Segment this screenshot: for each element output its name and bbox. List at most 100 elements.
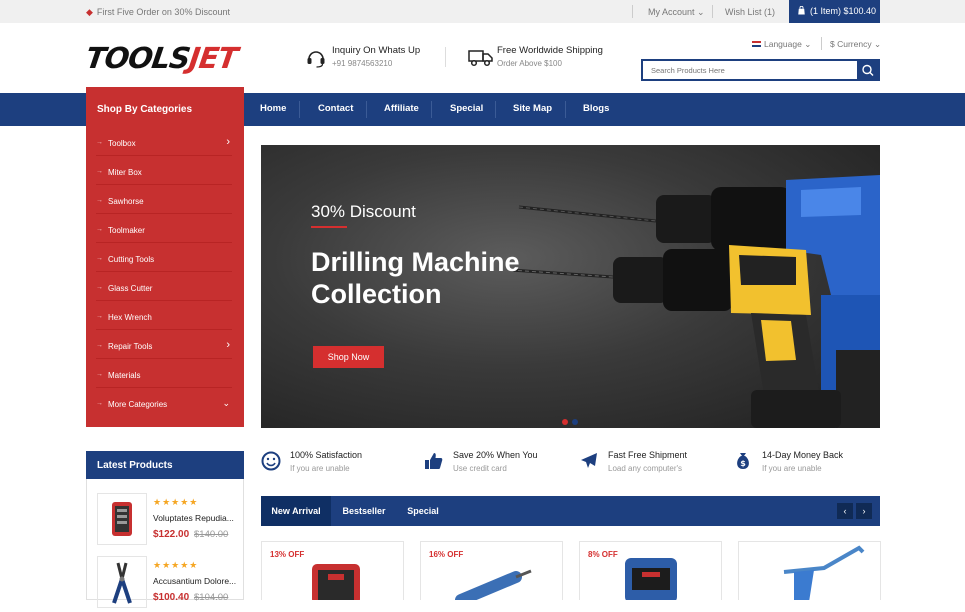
hero-banner[interactable]: 30% Discount Drilling Machine Collection … (261, 145, 880, 428)
top-bar: ◆ First Five Order on 30% Discount My Acc… (0, 0, 965, 23)
arrow-right-icon: → (96, 371, 103, 378)
tab-new-arrival[interactable]: New Arrival (261, 496, 331, 526)
arrow-right-icon: → (96, 284, 103, 291)
category-item-repair-tools[interactable]: → Repair Tools › (96, 330, 232, 359)
product-name[interactable]: Accusantium Dolore... (153, 576, 236, 586)
inquiry-info: Inquiry On Whats Up +91 9874563210 (332, 45, 421, 68)
wishlist-link[interactable]: Wish List (1) (725, 7, 775, 17)
search-box (641, 59, 880, 81)
product-card[interactable]: 8% OFF (579, 541, 722, 600)
chevron-right-icon: › (862, 506, 866, 516)
divider (495, 101, 496, 118)
carousel-next-button[interactable]: › (856, 503, 872, 519)
latest-products-title: Latest Products (86, 451, 244, 479)
search-button[interactable] (857, 61, 878, 79)
list-item[interactable]: ★★★★★ Voluptates Repudia... $122.00 $140… (97, 493, 237, 548)
tab-special[interactable]: Special (397, 496, 449, 526)
arrow-right-icon: → (96, 139, 103, 146)
banner-underline (311, 226, 347, 228)
rating-stars: ★★★★★ (153, 497, 199, 507)
nav-home[interactable]: Home (260, 103, 286, 114)
category-item-toolbox[interactable]: → Toolbox › (96, 127, 232, 156)
truck-icon (468, 50, 493, 67)
category-item-more[interactable]: → More Categories ⌄ (96, 388, 232, 417)
feature-save: Save 20% When You Use credit card (424, 448, 574, 478)
headset-icon (307, 51, 325, 68)
product-name[interactable]: Voluptates Repudia... (153, 513, 234, 523)
language-selector[interactable]: Language ⌄ (752, 39, 811, 50)
feature-money-back: $ 14-Day Money Back If you are unable (733, 448, 873, 478)
site-logo[interactable]: TOOLSJET (84, 41, 240, 75)
shop-now-button[interactable]: Shop Now (313, 346, 384, 368)
banner-title: Drilling Machine Collection (311, 247, 520, 309)
arrow-right-icon: → (96, 400, 103, 407)
divider (712, 5, 713, 18)
cart-button[interactable]: (1 Item) $100.40 (789, 0, 880, 23)
carousel-prev-button[interactable]: ‹ (837, 503, 853, 519)
category-item-sawhorse[interactable]: → Sawhorse (96, 185, 232, 214)
arrow-right-icon: → (96, 168, 103, 175)
plane-icon (581, 453, 597, 468)
nav-affiliate[interactable]: Affiliate (384, 103, 419, 114)
air-blow-gun-image (783, 545, 865, 600)
banner-discount: 30% Discount (311, 202, 416, 221)
shipping-info: Free Worldwide Shipping Order Above $100 (497, 45, 603, 68)
category-item-materials[interactable]: → Materials (96, 359, 232, 388)
svg-text:$: $ (740, 459, 746, 468)
chevron-down-icon: ⌄ (873, 39, 882, 49)
flag-icon (752, 41, 761, 47)
product-card[interactable] (738, 541, 881, 600)
product-old-price: $140.00 (194, 529, 229, 540)
product-card[interactable]: 13% OFF (261, 541, 404, 600)
category-item-toolmaker[interactable]: → Toolmaker (96, 214, 232, 243)
nav-site-map[interactable]: Site Map (513, 103, 552, 114)
product-tabs: New Arrival Bestseller Special ‹ › (261, 496, 880, 526)
nav-special[interactable]: Special (450, 103, 483, 114)
tool-set-image (112, 502, 132, 536)
screwdriver-image (455, 569, 532, 600)
tab-bestseller[interactable]: Bestseller (333, 496, 395, 526)
product-thumbnail[interactable] (97, 556, 147, 608)
list-item[interactable]: ★★★★★ Accusantium Dolore... $100.40 $104… (97, 556, 237, 611)
category-list: → Toolbox › → Miter Box → Sawhorse → Toolmake… (86, 127, 244, 427)
arrow-right-icon: → (96, 313, 103, 320)
category-item-hex-wrench[interactable]: → Hex Wrench (96, 301, 232, 330)
divider (299, 101, 300, 118)
money-bag-icon: $ (737, 453, 749, 469)
slider-dot[interactable] (572, 419, 578, 425)
currency-selector[interactable]: $ Currency ⌄ (830, 39, 881, 50)
category-item-glass-cutter[interactable]: → Glass Cutter (96, 272, 232, 301)
product-price: $100.40 (153, 592, 190, 603)
arrow-right-icon: → (96, 255, 103, 262)
latest-products-list: ★★★★★ Voluptates Repudia... $122.00 $140… (86, 479, 244, 608)
shop-by-categories[interactable]: Shop By Categories (86, 87, 244, 127)
divider (366, 101, 367, 118)
category-item-cutting-tools[interactable]: → Cutting Tools (96, 243, 232, 272)
feature-shipment: Fast Free Shipment Load any computer's (579, 448, 729, 478)
nav-blogs[interactable]: Blogs (583, 103, 609, 114)
arrow-right-icon: → (96, 197, 103, 204)
product-card[interactable]: 16% OFF (420, 541, 563, 600)
cart-bag-icon (798, 5, 805, 15)
slider-dot[interactable] (562, 419, 568, 425)
divider (821, 37, 822, 50)
search-input[interactable] (643, 61, 858, 79)
nav-contact[interactable]: Contact (318, 103, 353, 114)
slider-dots (562, 412, 582, 428)
my-account-link[interactable]: My Account ⌄ (648, 7, 705, 18)
category-item-miter-box[interactable]: → Miter Box (96, 156, 232, 185)
chevron-down-icon: ⌄ (804, 39, 812, 49)
product-thumbnail[interactable] (97, 493, 147, 545)
chevron-down-icon: ⌄ (222, 398, 230, 408)
divider (565, 101, 566, 118)
tool-case-image (312, 564, 360, 600)
divider (632, 5, 633, 18)
search-icon (862, 64, 874, 76)
thumbs-up-icon (425, 453, 443, 469)
chevron-right-icon: › (226, 136, 230, 148)
product-old-price: $104.00 (194, 592, 229, 603)
laser-level-image (625, 558, 677, 600)
site-header: TOOLSJET Inquiry On Whats Up +91 9874563… (0, 23, 965, 93)
chevron-left-icon: ‹ (843, 506, 847, 516)
rating-stars: ★★★★★ (153, 560, 199, 570)
